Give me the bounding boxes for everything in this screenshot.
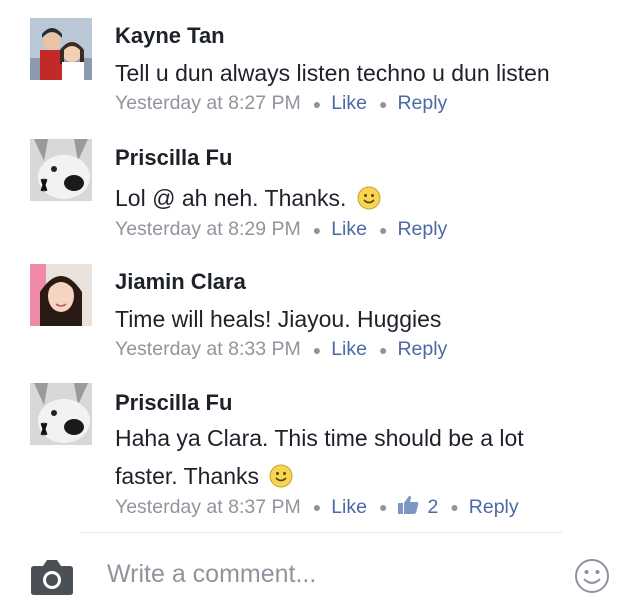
separator-dot: ● — [312, 95, 322, 112]
separator-dot: ● — [378, 221, 388, 238]
separator-dot: ● — [378, 341, 388, 358]
comment-meta: Yesterday at 8:29 PM ● Like ● Reply — [115, 218, 447, 241]
comment-text-line: faster. Thanks — [115, 463, 260, 489]
avatar-kayne-tan[interactable] — [30, 18, 92, 80]
comment-author[interactable]: Priscilla Fu — [115, 390, 232, 416]
comment-author[interactable]: Kayne Tan — [115, 23, 225, 49]
comment-author[interactable]: Jiamin Clara — [115, 269, 246, 295]
like-button[interactable]: Like — [331, 496, 367, 519]
comment-text: Lol @ ah neh. Thanks. — [115, 179, 585, 217]
separator-dot: ● — [312, 221, 322, 238]
comment-text: Time will heals! Jiayou. Huggies — [115, 300, 585, 338]
comment-meta: Yesterday at 8:37 PM ● Like ● 2 ● Reply — [115, 495, 519, 519]
like-button[interactable]: Like — [331, 218, 367, 241]
comment-text-line: Tell u dun always listen techno u dun li… — [115, 60, 550, 86]
comment-text-line-2: faster. Thanks — [115, 457, 585, 495]
reply-button[interactable]: Reply — [397, 92, 447, 115]
smile-emoji-icon — [269, 464, 293, 488]
comment-text-line: Lol @ ah neh. Thanks. — [115, 185, 347, 211]
comment-timestamp[interactable]: Yesterday at 8:27 PM — [115, 92, 301, 115]
comment-text-line: Time will heals! Jiayou. Huggies — [115, 306, 442, 332]
comment-meta: Yesterday at 8:27 PM ● Like ● Reply — [115, 92, 447, 115]
comment-timestamp[interactable]: Yesterday at 8:29 PM — [115, 218, 301, 241]
comment-timestamp[interactable]: Yesterday at 8:33 PM — [115, 338, 301, 361]
camera-icon[interactable] — [30, 558, 74, 596]
separator-dot: ● — [450, 499, 459, 515]
avatar-jiamin-clara[interactable] — [30, 264, 92, 326]
reply-button[interactable]: Reply — [469, 496, 519, 519]
like-count-value: 2 — [427, 496, 439, 518]
comment-timestamp[interactable]: Yesterday at 8:37 PM — [115, 496, 301, 519]
like-count[interactable]: 2 — [397, 495, 438, 519]
separator-dot: ● — [312, 341, 322, 358]
comment-text: Haha ya Clara. This time should be a lot… — [115, 419, 585, 495]
comment-meta: Yesterday at 8:33 PM ● Like ● Reply — [115, 338, 447, 361]
comment-input[interactable]: Write a comment... — [107, 560, 316, 589]
separator-dot: ● — [378, 499, 388, 515]
like-button[interactable]: Like — [331, 92, 367, 115]
comment-text-line: Haha ya Clara. This time should be a lot — [115, 425, 524, 451]
separator-dot: ● — [378, 95, 388, 112]
like-button[interactable]: Like — [331, 338, 367, 361]
thumbs-up-icon — [398, 495, 419, 514]
reply-button[interactable]: Reply — [397, 218, 447, 241]
composer-divider — [80, 532, 562, 533]
separator-dot: ● — [312, 499, 322, 515]
reply-button[interactable]: Reply — [397, 338, 447, 361]
avatar-priscilla-fu[interactable] — [30, 139, 92, 201]
comment-author[interactable]: Priscilla Fu — [115, 145, 232, 171]
smile-emoji-icon — [357, 186, 381, 210]
avatar-priscilla-fu[interactable] — [30, 383, 92, 445]
emoji-picker-icon[interactable] — [574, 558, 610, 594]
comment-text: Tell u dun always listen techno u dun li… — [115, 54, 585, 92]
